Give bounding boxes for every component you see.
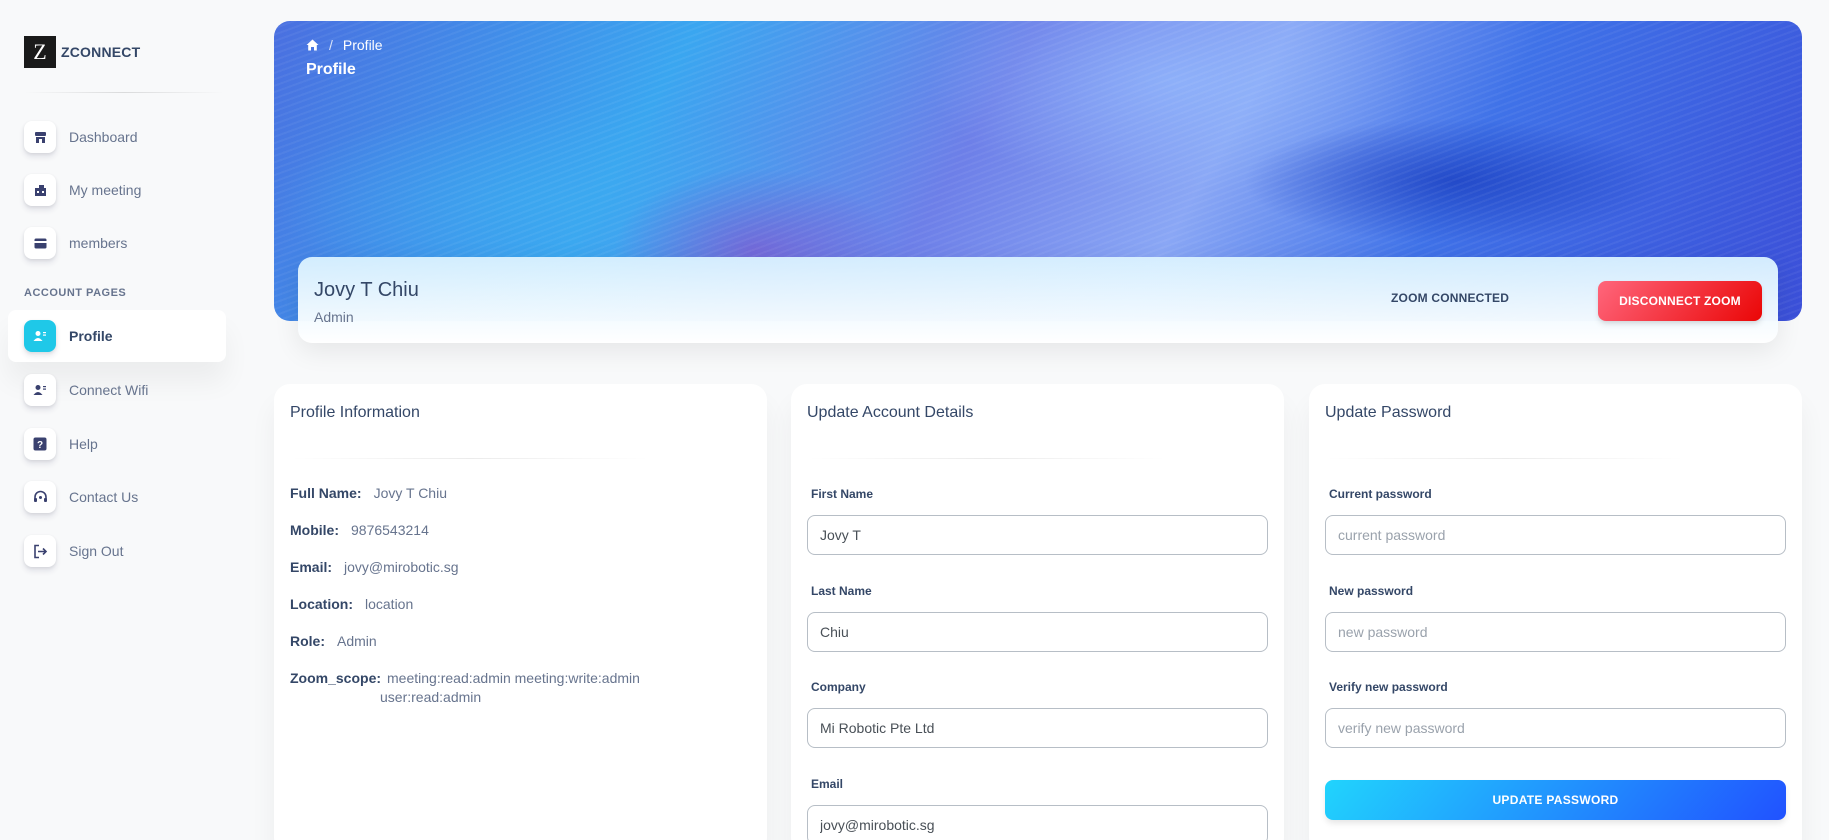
info-value: Jovy T Chiu: [373, 485, 447, 501]
home-icon[interactable]: [306, 39, 319, 51]
sidebar-item-label: Profile: [69, 328, 113, 344]
info-label: Email:: [290, 559, 333, 575]
sidebar-item-dashboard[interactable]: Dashboard: [8, 111, 226, 163]
disconnect-zoom-button[interactable]: DISCONNECT ZOOM: [1598, 281, 1762, 321]
sidebar-item-label: Sign Out: [69, 543, 124, 559]
sidebar-item-label: members: [69, 235, 128, 251]
info-label: Mobile:: [290, 522, 339, 538]
breadcrumb: / Profile: [306, 37, 383, 53]
user-plus-icon: [24, 374, 56, 406]
brand-name: ZCONNECT: [61, 44, 141, 60]
card-divider: [807, 458, 1167, 459]
update-password-button[interactable]: UPDATE PASSWORD: [1325, 780, 1786, 820]
brand-divider: [24, 92, 224, 93]
sidebar-item-members[interactable]: members: [8, 217, 226, 269]
info-label: Role:: [290, 633, 325, 649]
company-input[interactable]: [807, 708, 1268, 748]
card-title: Update Password: [1325, 404, 1452, 421]
info-row-location: Location: location: [290, 596, 413, 612]
new-password-label: New password: [1329, 584, 1414, 598]
card-divider: [1325, 458, 1685, 459]
profile-name: Jovy T Chiu: [314, 279, 419, 301]
card-title: Profile Information: [290, 404, 420, 421]
current-password-label: Current password: [1329, 487, 1432, 501]
sidebar-item-contact-us[interactable]: Contact Us: [8, 471, 226, 523]
info-value: Admin: [337, 633, 377, 649]
headset-icon: [24, 481, 56, 513]
user-plus-icon: [24, 320, 56, 352]
info-row-full-name: Full Name: Jovy T Chiu: [290, 485, 447, 501]
verify-password-label: Verify new password: [1329, 680, 1448, 694]
last-name-input[interactable]: [807, 612, 1268, 652]
page-title: Profile: [306, 61, 356, 78]
sidebar-item-label: My meeting: [69, 182, 142, 198]
info-row-mobile: Mobile: 9876543214: [290, 522, 429, 538]
profile-role: Admin: [314, 309, 354, 325]
update-account-card: Update Account Details First Name Last N…: [791, 384, 1284, 840]
question-icon: ?: [24, 428, 56, 460]
brand[interactable]: Z ZCONNECT: [24, 36, 140, 68]
sign-out-icon: [24, 535, 56, 567]
sidebar-item-label: Help: [69, 436, 98, 452]
email-label: Email: [811, 777, 844, 791]
credit-card-icon: [24, 227, 56, 259]
sidebar-item-profile[interactable]: Profile: [8, 310, 226, 362]
sidebar-item-connect-wifi[interactable]: Connect Wifi: [8, 364, 226, 416]
email-input[interactable]: [807, 805, 1268, 840]
shop-icon: [24, 121, 56, 153]
new-password-input[interactable]: [1325, 612, 1786, 652]
zoom-status-label: ZOOM CONNECTED: [1391, 291, 1510, 305]
sidebar: Z ZCONNECT Dashboard My meeting members …: [0, 0, 236, 840]
info-label: Full Name:: [290, 485, 362, 501]
info-row-role: Role: Admin: [290, 633, 377, 649]
first-name-input[interactable]: [807, 515, 1268, 555]
breadcrumb-separator: /: [329, 37, 333, 53]
card-divider: [290, 458, 650, 459]
brand-logo: Z: [24, 36, 56, 68]
profile-information-card: Profile Information Full Name: Jovy T Ch…: [274, 384, 767, 840]
info-label: Zoom_scope:: [290, 670, 382, 686]
svg-text:?: ?: [37, 440, 43, 451]
sidebar-item-sign-out[interactable]: Sign Out: [8, 525, 226, 577]
sidebar-item-label: Contact Us: [69, 489, 139, 505]
verify-password-input[interactable]: [1325, 708, 1786, 748]
sidebar-item-help[interactable]: ? Help: [8, 418, 226, 470]
sidebar-item-my-meeting[interactable]: My meeting: [8, 164, 226, 216]
breadcrumb-current: Profile: [342, 37, 383, 53]
info-value: location: [365, 596, 414, 612]
info-row-email: Email: jovy@mirobotic.sg: [290, 559, 459, 575]
office-icon: [24, 174, 56, 206]
first-name-label: First Name: [811, 487, 874, 501]
last-name-label: Last Name: [811, 584, 872, 598]
company-label: Company: [811, 680, 866, 694]
section-title-account-pages: ACCOUNT PAGES: [24, 287, 127, 299]
profile-header-card: Jovy T Chiu Admin ZOOM CONNECTED DISCONN…: [298, 257, 1778, 343]
info-row-zoom-scope: Zoom_scope: meeting:read:admin meeting:wr…: [290, 670, 640, 705]
info-value: jovy@mirobotic.sg: [344, 559, 459, 575]
info-value: 9876543214: [351, 522, 429, 538]
current-password-input[interactable]: [1325, 515, 1786, 555]
card-title: Update Account Details: [807, 404, 974, 421]
sidebar-item-label: Dashboard: [69, 129, 138, 145]
update-password-card: Update Password Current password New pas…: [1309, 384, 1802, 840]
sidebar-item-label: Connect Wifi: [69, 382, 149, 398]
info-label: Location:: [290, 596, 353, 612]
info-value-continued: user:read:admin: [380, 689, 482, 705]
info-value: meeting:read:admin meeting:write:admin: [387, 670, 640, 686]
